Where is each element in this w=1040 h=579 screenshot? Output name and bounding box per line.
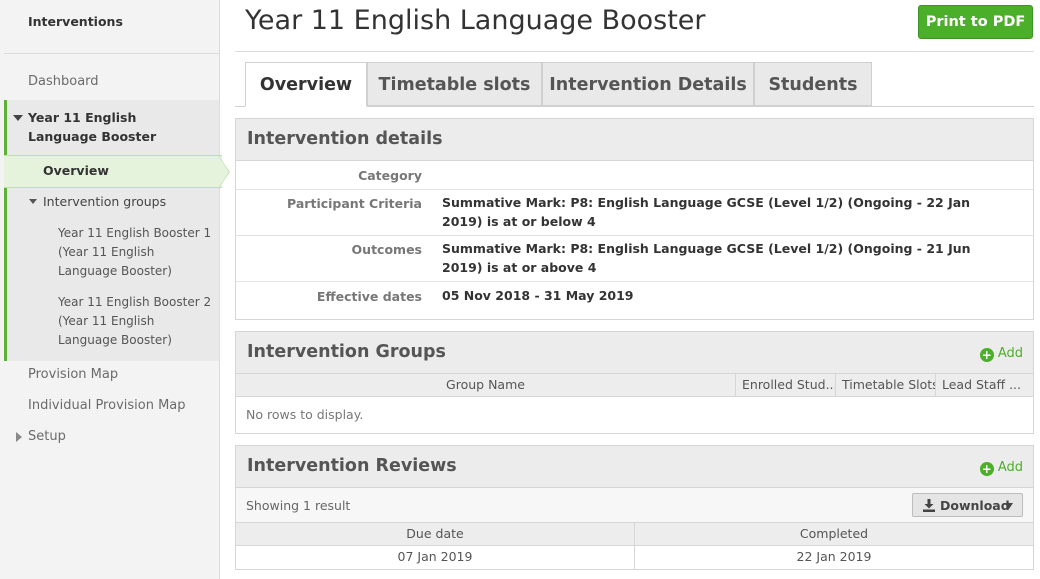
sidebar: Interventions Dashboard Year 11 English … (0, 0, 230, 579)
column-header-due-date[interactable]: Due date (236, 523, 634, 546)
download-label: Download (940, 498, 1010, 513)
detail-row-category: Category (236, 161, 1033, 190)
expand-down-icon[interactable] (13, 115, 23, 121)
intervention-groups-panel: Intervention Groups + Add Group Name Enro… (235, 331, 1034, 434)
sidebar-item-provision-map[interactable]: Provision Map (28, 367, 118, 382)
detail-row-participant-criteria: Participant Criteria Summative Mark: P8:… (236, 190, 1033, 236)
sidebar-item-intervention-groups[interactable]: Intervention groups (43, 194, 166, 209)
detail-label: Category (358, 168, 422, 183)
sidebar-item-group-1[interactable]: Year 11 English Booster 1 (Year 11 Engli… (58, 224, 213, 281)
panel-title: Intervention Reviews (247, 456, 457, 476)
intervention-details-panel: Intervention details Category Participan… (235, 118, 1034, 320)
detail-label: Outcomes (351, 242, 422, 257)
column-header-completed[interactable]: Completed (634, 523, 1033, 546)
intervention-reviews-panel: Intervention Reviews + Add Showing 1 resu… (235, 445, 1034, 570)
expand-down-icon[interactable] (29, 199, 37, 204)
results-toolbar: Showing 1 result Download (236, 488, 1033, 523)
tab-timetable-slots[interactable]: Timetable slots (367, 62, 542, 106)
detail-value: 05 Nov 2018 - 31 May 2019 (442, 288, 634, 303)
detail-label: Participant Criteria (287, 196, 422, 211)
sidebar-item-overview[interactable]: Overview (4, 155, 222, 188)
add-label: Add (997, 346, 1023, 361)
column-header-enrolled-students[interactable]: Enrolled Stud... (735, 374, 835, 397)
empty-state-text: No rows to display. (246, 407, 364, 422)
reviews-table-header: Due date Completed (236, 523, 1033, 546)
expand-right-icon[interactable] (16, 432, 22, 442)
sidebar-item-group-2[interactable]: Year 11 English Booster 2 (Year 11 Engli… (58, 293, 213, 350)
sidebar-item-individual-provision-map[interactable]: Individual Provision Map (28, 398, 186, 413)
cell-due-date: 07 Jan 2019 (397, 549, 473, 564)
tab-students[interactable]: Students (754, 62, 872, 106)
plus-circle-icon: + (979, 348, 994, 362)
active-pointer-fill (218, 156, 229, 188)
detail-label: Effective dates (316, 289, 422, 304)
add-group-button[interactable]: + Add (979, 346, 1023, 362)
table-row[interactable]: 07 Jan 2019 22 Jan 2019 (236, 546, 1033, 569)
column-header-lead-staff[interactable]: Lead Staff ... (935, 374, 1033, 397)
print-to-pdf-button[interactable]: Print to PDF (918, 5, 1033, 39)
page-title: Year 11 English Language Booster (245, 5, 706, 36)
panel-title: Intervention Groups (247, 342, 446, 362)
sidebar-divider (4, 53, 219, 54)
sidebar-item-current-intervention[interactable]: Year 11 English Language Booster (28, 108, 208, 146)
download-button[interactable]: Download (912, 493, 1023, 517)
download-icon (923, 499, 935, 512)
column-header-timetable-slots[interactable]: Timetable Slots (835, 374, 935, 397)
sidebar-title: Interventions (28, 14, 123, 29)
detail-row-effective-dates: Effective dates 05 Nov 2018 - 31 May 201… (236, 282, 1033, 319)
detail-value: Summative Mark: P8: English Language GCS… (442, 195, 971, 229)
add-label: Add (997, 460, 1023, 475)
chevron-down-icon (1005, 503, 1013, 509)
cell-completed: 22 Jan 2019 (634, 546, 1033, 569)
plus-circle-icon: + (979, 462, 994, 476)
sidebar-item-dashboard[interactable]: Dashboard (28, 74, 99, 89)
tab-intervention-details[interactable]: Intervention Details (542, 62, 754, 106)
column-header-group-name[interactable]: Group Name (236, 374, 735, 397)
detail-row-outcomes: Outcomes Summative Mark: P8: English Lan… (236, 236, 1033, 282)
tab-overview[interactable]: Overview (245, 62, 367, 107)
panel-header: Intervention details (236, 119, 1033, 161)
sidebar-item-overview-label: Overview (43, 163, 109, 178)
panel-header: Intervention Groups + Add (236, 332, 1033, 374)
results-count: Showing 1 result (246, 498, 351, 513)
detail-value: Summative Mark: P8: English Language GCS… (442, 241, 971, 275)
panel-title: Intervention details (247, 129, 443, 149)
header-divider (235, 51, 1034, 52)
panel-header: Intervention Reviews + Add (236, 446, 1033, 488)
groups-table-header: Group Name Enrolled Stud... Timetable Sl… (236, 374, 1033, 397)
sidebar-item-setup[interactable]: Setup (28, 429, 66, 444)
add-review-button[interactable]: + Add (979, 460, 1023, 476)
